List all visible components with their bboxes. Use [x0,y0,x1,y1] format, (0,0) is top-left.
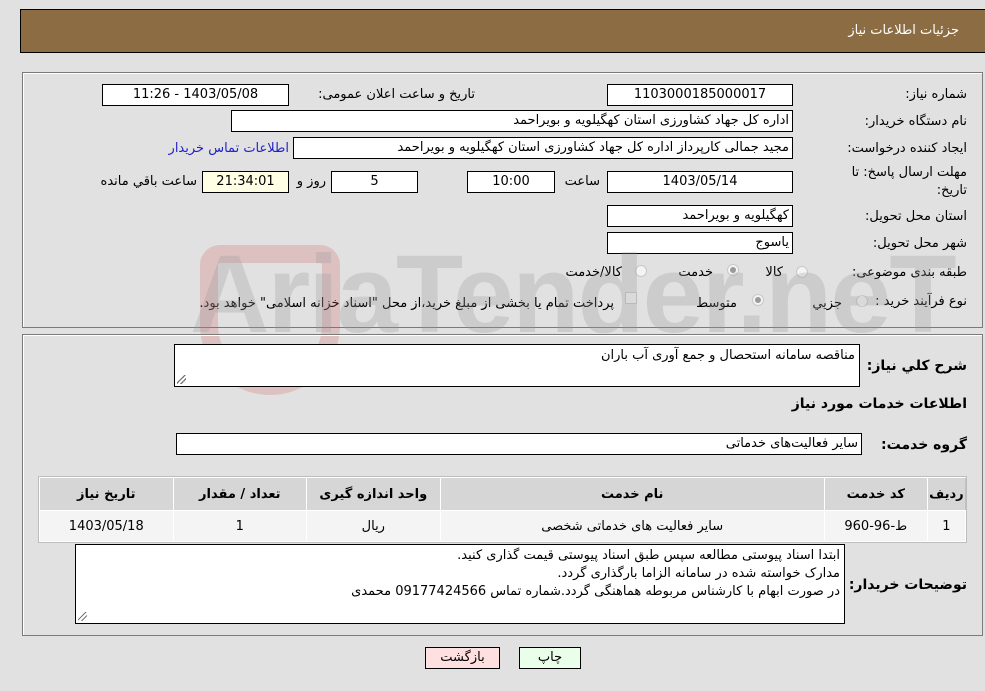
province-label: استان محل تحویل: [865,209,967,224]
deadline-label-line2: تاریخ: [936,183,967,198]
buyer-notes-textarea[interactable]: ابتدا اسناد پیوستی مطالعه سپس طبق اسناد … [75,544,845,624]
service-group-label: گروه خدمت: [881,437,967,453]
buyer-contact-link[interactable]: اطلاعات تماس خریدار [169,141,289,156]
process-radio-minor[interactable] [856,295,868,307]
process-label: نوع فرآیند خرید : [875,294,967,309]
resize-grip-icon[interactable] [78,612,87,621]
creator-field: مجید جمالی کارپرداز اداره کل جهاد کشاورز… [293,137,793,159]
buyer-note-line: ابتدا اسناد پیوستی مطالعه سپس طبق اسناد … [457,548,840,563]
buyer-note-line: در صورت ابهام با کارشناس مربوطه هماهنگی … [351,584,840,599]
category-radio-goods[interactable] [796,266,808,278]
days-label: روز و [296,174,326,189]
city-field: یاسوج [607,232,793,254]
col-unit: واحد اندازه گیری [306,477,441,511]
page-title: جزئیات اطلاعات نیاز [848,23,959,38]
col-row-number: ردیف [926,477,967,511]
print-button[interactable]: چاپ [519,647,581,669]
col-service-name: نام خدمت [439,477,825,511]
treasury-payment-note: پرداخت تمام یا بخشی از مبلغ خرید،از محل … [199,296,614,311]
service-group-field: سایر فعالیت‌های خدماتی [176,433,862,455]
remaining-label: ساعت باقي مانده [100,174,197,189]
resize-grip-icon[interactable] [177,375,186,384]
deadline-label-line1: مهلت ارسال پاسخ: تا [851,165,967,180]
need-number-label: شماره نیاز: [905,87,967,102]
summary-textarea[interactable]: مناقصه سامانه استحصال و جمع آوری آب بارا… [174,344,860,387]
treasury-payment-checkbox[interactable] [625,292,637,304]
services-table: ردیف کد خدمت نام خدمت واحد اندازه گیری ت… [38,476,967,543]
category-option-service: خدمت [678,265,713,280]
category-label: طبقه بندی موضوعی: [851,265,967,280]
announce-label: تاریخ و ساعت اعلان عمومی: [318,87,475,102]
remaining-time-field: 21:34:01 [202,171,289,193]
deadline-date-field: 1403/05/14 [607,171,793,193]
category-option-goods-service: کالا/خدمت [565,265,622,280]
summary-text: مناقصه سامانه استحصال و جمع آوری آب بارا… [600,348,855,363]
city-label: شهر محل تحویل: [872,236,967,251]
process-option-medium: متوسط [696,296,737,311]
buyer-notes-label: توضیحات خریدار: [848,577,967,593]
col-need-date: تاریخ نیاز [39,477,174,511]
back-button[interactable]: بازگشت [425,647,500,669]
buyer-note-line: مدارک خواسته شده در سامانه الزاما بارگذا… [557,566,840,581]
process-radio-medium[interactable] [752,294,764,306]
cell-row-number: 1 [926,510,967,542]
creator-label: ایجاد کننده درخواست: [847,141,967,156]
col-quantity: تعداد / مقدار [172,477,308,511]
remaining-days-field: 5 [331,171,418,193]
category-radio-goods-service[interactable] [635,265,647,277]
deadline-time-field: 10:00 [467,171,555,193]
col-service-code: کد خدمت [823,477,928,511]
cell-quantity: 1 [172,510,308,542]
province-field: کهگیلویه و بویراحمد [607,205,793,227]
category-option-goods: کالا [765,265,783,280]
deadline-time-label: ساعت [564,174,600,189]
need-number-field: 1103000185000017 [607,84,793,106]
cell-service-code: ط-96-960 [823,510,928,542]
table-header-row: ردیف کد خدمت نام خدمت واحد اندازه گیری ت… [39,477,967,511]
summary-label: شرح كلي نياز: [866,358,967,374]
cell-unit: ریال [306,510,441,542]
buyer-org-label: نام دستگاه خریدار: [864,114,967,129]
process-option-minor: جزيي [812,296,842,311]
table-row: 1 ط-96-960 سایر فعالیت های خدماتی شخصی ر… [39,510,967,542]
services-heading: اطلاعات خدمات مورد نیاز [791,396,967,412]
announce-field: 1403/05/08 - 11:26 [102,84,289,106]
page-header: جزئیات اطلاعات نیاز [20,9,985,53]
category-radio-service[interactable] [727,264,739,276]
buyer-org-field: اداره کل جهاد کشاورزی استان کهگیلویه و ب… [231,110,793,132]
cell-need-date: 1403/05/18 [39,510,174,542]
cell-service-name: سایر فعالیت های خدماتی شخصی [439,510,825,542]
